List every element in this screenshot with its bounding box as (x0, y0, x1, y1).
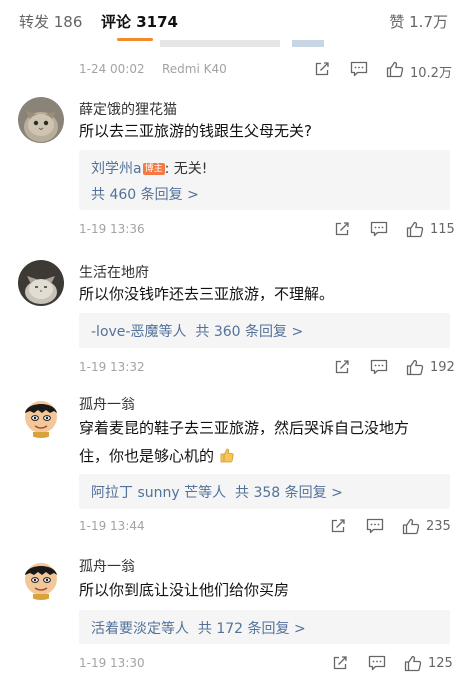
comment-content: 所以你到底让没让他们给你买房 (79, 581, 290, 599)
comment-username[interactable]: 孤舟一翁 (79, 556, 135, 576)
comment-content-line: 住，你也是够心机的 (79, 444, 454, 468)
reply-preview[interactable]: -love-恶魔等人 共 360 条回复 > (79, 313, 450, 348)
comment-username[interactable]: 薛定饿的狸花猫 (79, 99, 177, 119)
like-icon (406, 359, 424, 376)
cropped-content-strip (160, 40, 280, 47)
comment-meta-row: 1-19 13:30 125 (79, 654, 453, 674)
comment-icon (370, 221, 388, 237)
active-tab-indicator (117, 38, 153, 41)
reply-count-link[interactable]: 共 460 条回复 > (91, 184, 199, 204)
reply-preview-line: 刘学州a 博主: 无关! (91, 158, 207, 178)
reply-preview-line: 阿拉丁 sunny 芒等人 共 358 条回复 > (91, 482, 343, 502)
reply-count-link[interactable]: 共 172 条回复 > (198, 621, 306, 637)
comment-username[interactable]: 孤舟一翁 (79, 394, 135, 414)
comment-content: 所以你没钱咋还去三亚旅游，不理解。 (79, 285, 335, 303)
like-icon (404, 655, 422, 672)
comment-meta-row: 1-19 13:44 235 (79, 517, 451, 537)
like-icon (406, 221, 424, 238)
comment-content-text: 住，你也是够心机的 (79, 447, 215, 465)
reply-author[interactable]: 刘学州a (91, 161, 142, 177)
comment-meta-row: 1-19 13:32 192 (79, 358, 455, 378)
comment-meta-row: 1-19 13:36 115 (79, 220, 455, 240)
reply-authors[interactable]: 阿拉丁 sunny 芒等人 (91, 485, 226, 501)
comment-meta-row: 1-24 00:02 Redmi K40 10.2万 (79, 60, 452, 81)
comment-device: Redmi K40 (162, 62, 227, 76)
like-count: 115 (430, 222, 455, 237)
comment-content-line: 穿着麦昆的鞋子去三亚旅游，然后哭诉自己没地方 (79, 419, 410, 437)
share-icon (333, 656, 347, 670)
tab-repost[interactable]: 转发 186 (19, 11, 82, 32)
reply-text: : 无关! (164, 161, 208, 177)
avatar[interactable] (18, 260, 64, 306)
comment-icon (366, 518, 384, 534)
like-count: 125 (428, 656, 453, 671)
reply-preview[interactable]: 阿拉丁 sunny 芒等人 共 358 条回复 > (79, 474, 450, 509)
reply-preview-line: 活着要淡定等人 共 172 条回复 > (91, 618, 306, 638)
avatar[interactable] (18, 554, 64, 600)
reply-count-link[interactable]: 共 360 条回复 > (195, 324, 303, 340)
comment-time: 1-19 13:30 (79, 656, 145, 670)
share-icon (315, 62, 329, 76)
comment-time: 1-19 13:44 (79, 519, 145, 533)
cat-avatar-icon (18, 260, 64, 306)
like-icon (386, 61, 404, 78)
thumbs-up-emoji (220, 448, 234, 463)
share-icon (331, 519, 345, 533)
like-count: 235 (426, 519, 451, 534)
cat-avatar-icon (18, 97, 64, 143)
like-count: 10.2万 (410, 66, 452, 81)
comment-username[interactable]: 生活在地府 (79, 262, 149, 282)
avatar[interactable] (18, 97, 64, 143)
cartoon-face-avatar-icon (25, 563, 57, 600)
comment-time: 1-19 13:36 (79, 222, 145, 236)
reply-preview[interactable]: 活着要淡定等人 共 172 条回复 > (79, 610, 450, 644)
reply-count-link[interactable]: 共 358 条回复 > (235, 485, 343, 501)
tab-likes[interactable]: 赞 1.7万 (389, 11, 448, 32)
reply-authors[interactable]: 活着要淡定等人 (91, 621, 189, 637)
comment-time: 1-19 13:32 (79, 360, 145, 374)
comment-icon (368, 655, 386, 671)
comment-content: 所以去三亚旅游的钱跟生父母无关? (79, 122, 312, 140)
comment-icon (370, 359, 388, 375)
avatar[interactable] (18, 392, 64, 438)
like-count: 192 (430, 360, 455, 375)
comment-icon (350, 61, 368, 77)
tab-comments[interactable]: 评论 3174 (101, 11, 178, 32)
author-badge: 博主 (142, 163, 165, 175)
cropped-content-strip (292, 40, 324, 47)
share-icon (335, 222, 349, 236)
like-icon (402, 518, 420, 535)
reply-preview[interactable]: 刘学州a 博主: 无关! 共 460 条回复 > (79, 150, 450, 210)
comment-time: 1-24 00:02 (79, 62, 145, 76)
share-icon (335, 360, 349, 374)
reply-preview-line: -love-恶魔等人 共 360 条回复 > (91, 321, 303, 341)
comment-content: 穿着麦昆的鞋子去三亚旅游，然后哭诉自己没地方 住，你也是够心机的 (79, 416, 454, 468)
cartoon-face-avatar-icon (25, 401, 57, 438)
reply-authors[interactable]: -love-恶魔等人 (91, 324, 186, 340)
